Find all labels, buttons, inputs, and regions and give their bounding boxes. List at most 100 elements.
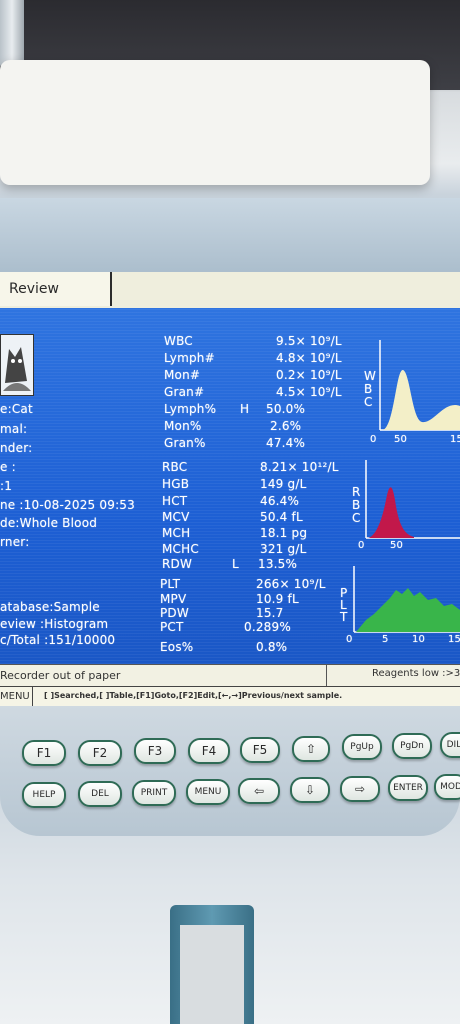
param-value: 2.6% <box>270 419 302 433</box>
up-arrow-key[interactable]: ⇧ <box>292 736 330 762</box>
down-arrow-key[interactable]: ⇩ <box>290 777 330 803</box>
f4-key[interactable]: F4 <box>188 738 230 764</box>
keypad <box>0 706 460 836</box>
param-name: MCHC <box>162 542 199 556</box>
param-value: 47.4% <box>266 436 306 450</box>
hist-tick: 15 <box>450 434 460 445</box>
white-box <box>0 60 430 185</box>
param-name: Lymph% <box>164 402 217 416</box>
param-name: PCT <box>160 620 184 634</box>
hist-tick: 15 <box>448 634 460 645</box>
param-value: 13.5% <box>258 557 298 571</box>
plt-curve <box>353 566 460 633</box>
window-title: Review <box>9 281 59 297</box>
review-tab[interactable]: Review <box>0 272 112 306</box>
param-value: 8.21× 10¹²/L <box>260 460 339 474</box>
device-bezel <box>0 198 460 278</box>
param-name: RDW <box>162 557 193 571</box>
param-name: PDW <box>160 606 189 620</box>
param-value: 266× 10⁹/L <box>256 577 326 591</box>
param-name: Gran# <box>164 385 205 399</box>
menu-hint: [ ]Searched,[ ]Table,[F1]Goto,[F2]Edit,[… <box>44 691 343 700</box>
status-message: Recorder out of paper <box>0 669 121 682</box>
param-name: Mon# <box>164 368 201 382</box>
hist-tick: 0 <box>370 434 377 445</box>
pgup-key[interactable]: PgUp <box>342 734 382 760</box>
mode-label: de:Whole Blood <box>0 516 98 530</box>
age-label: e : <box>0 460 16 474</box>
param-value: 4.8× 10⁹/L <box>276 351 342 365</box>
left-arrow-key[interactable]: ⇦ <box>238 778 280 804</box>
param-value: 46.4% <box>260 494 300 508</box>
rbc-curve <box>365 460 460 539</box>
param-name: Gran% <box>164 436 206 450</box>
hist-tick: 50 <box>394 434 408 445</box>
param-value: 321 g/L <box>260 542 307 556</box>
param-name: HGB <box>162 477 190 491</box>
reagents-status: Reagents low :>3 <box>372 668 460 679</box>
menu-bar: MENU [ ]Searched,[ ]Table,[F1]Goto,[F2]E… <box>0 686 460 708</box>
hist-tick: 10 <box>412 634 426 645</box>
review-mode-label: eview :Histogram <box>0 617 109 631</box>
param-value: 50.4 fL <box>260 510 303 524</box>
param-value: 50.0% <box>266 402 306 416</box>
f1-key[interactable]: F1 <box>22 740 66 766</box>
param-value: 9.5× 10⁹/L <box>276 334 342 348</box>
param-name: MPV <box>160 592 187 606</box>
param-value: 10.9 fL <box>256 592 299 606</box>
param-value: 15.7 <box>256 606 284 620</box>
param-name: Mon% <box>164 419 202 433</box>
wbc-curve <box>379 340 460 431</box>
status-bar: Recorder out of paper Reagents low :>3 <box>0 664 460 687</box>
hist-tick: 50 <box>390 540 404 551</box>
record-total: c/Total :151/10000 <box>0 633 116 647</box>
param-value: 0.8% <box>256 640 288 654</box>
f3-key[interactable]: F3 <box>134 738 176 764</box>
param-name: Lymph# <box>164 351 215 365</box>
species-label: e:Cat <box>0 402 33 416</box>
database-label: atabase:Sample <box>0 600 100 614</box>
menu-key[interactable]: MENU <box>186 779 230 805</box>
param-name: PLT <box>160 577 181 591</box>
name-label: mal: <box>0 422 28 436</box>
status-divider <box>326 665 327 687</box>
print-key[interactable]: PRINT <box>132 780 176 806</box>
param-name: WBC <box>164 334 193 348</box>
rbc-histogram: R B C 0 50 <box>350 460 460 560</box>
pgdn-key[interactable]: PgDn <box>392 733 432 759</box>
param-value: 4.5× 10⁹/L <box>276 385 342 399</box>
param-value: 0.2× 10⁹/L <box>276 368 342 382</box>
dilu-key[interactable]: DILU <box>440 732 460 758</box>
f5-key[interactable]: F5 <box>240 737 280 763</box>
sample-slot <box>170 905 254 1024</box>
param-name: Eos% <box>160 640 194 654</box>
help-key[interactable]: HELP <box>22 782 66 808</box>
wbc-histogram: W B C 0 50 15 <box>360 340 460 445</box>
menu-divider <box>32 687 33 707</box>
plt-histogram: P L T 0 5 10 15 <box>340 566 460 648</box>
param-value: 0.289% <box>244 620 291 634</box>
title-bar: Review <box>0 272 460 310</box>
param-name: MCV <box>162 510 190 524</box>
param-value: 149 g/L <box>260 477 307 491</box>
slot-opening <box>180 925 244 1024</box>
param-name: MCH <box>162 526 191 540</box>
sample-number: :1 <box>0 479 13 493</box>
hist-tick: 5 <box>382 634 389 645</box>
enter-key[interactable]: ENTER <box>388 775 428 801</box>
param-name: HCT <box>162 494 188 508</box>
gender-label: nder: <box>0 441 33 455</box>
param-flag: H <box>240 402 250 416</box>
param-value: 18.1 pg <box>260 526 308 540</box>
cat-icon <box>0 334 34 396</box>
right-arrow-key[interactable]: ⇨ <box>340 776 380 802</box>
param-name: RBC <box>162 460 188 474</box>
menu-label: MENU <box>0 691 30 702</box>
param-flag: L <box>232 557 239 571</box>
del-key[interactable]: DEL <box>78 781 122 807</box>
date-time: ne :10-08-2025 09:53 <box>0 498 135 512</box>
f2-key[interactable]: F2 <box>78 740 122 766</box>
mod-key[interactable]: MOD <box>434 774 460 800</box>
hist-tick: 0 <box>346 634 353 645</box>
owner-label: rner: <box>0 535 30 549</box>
